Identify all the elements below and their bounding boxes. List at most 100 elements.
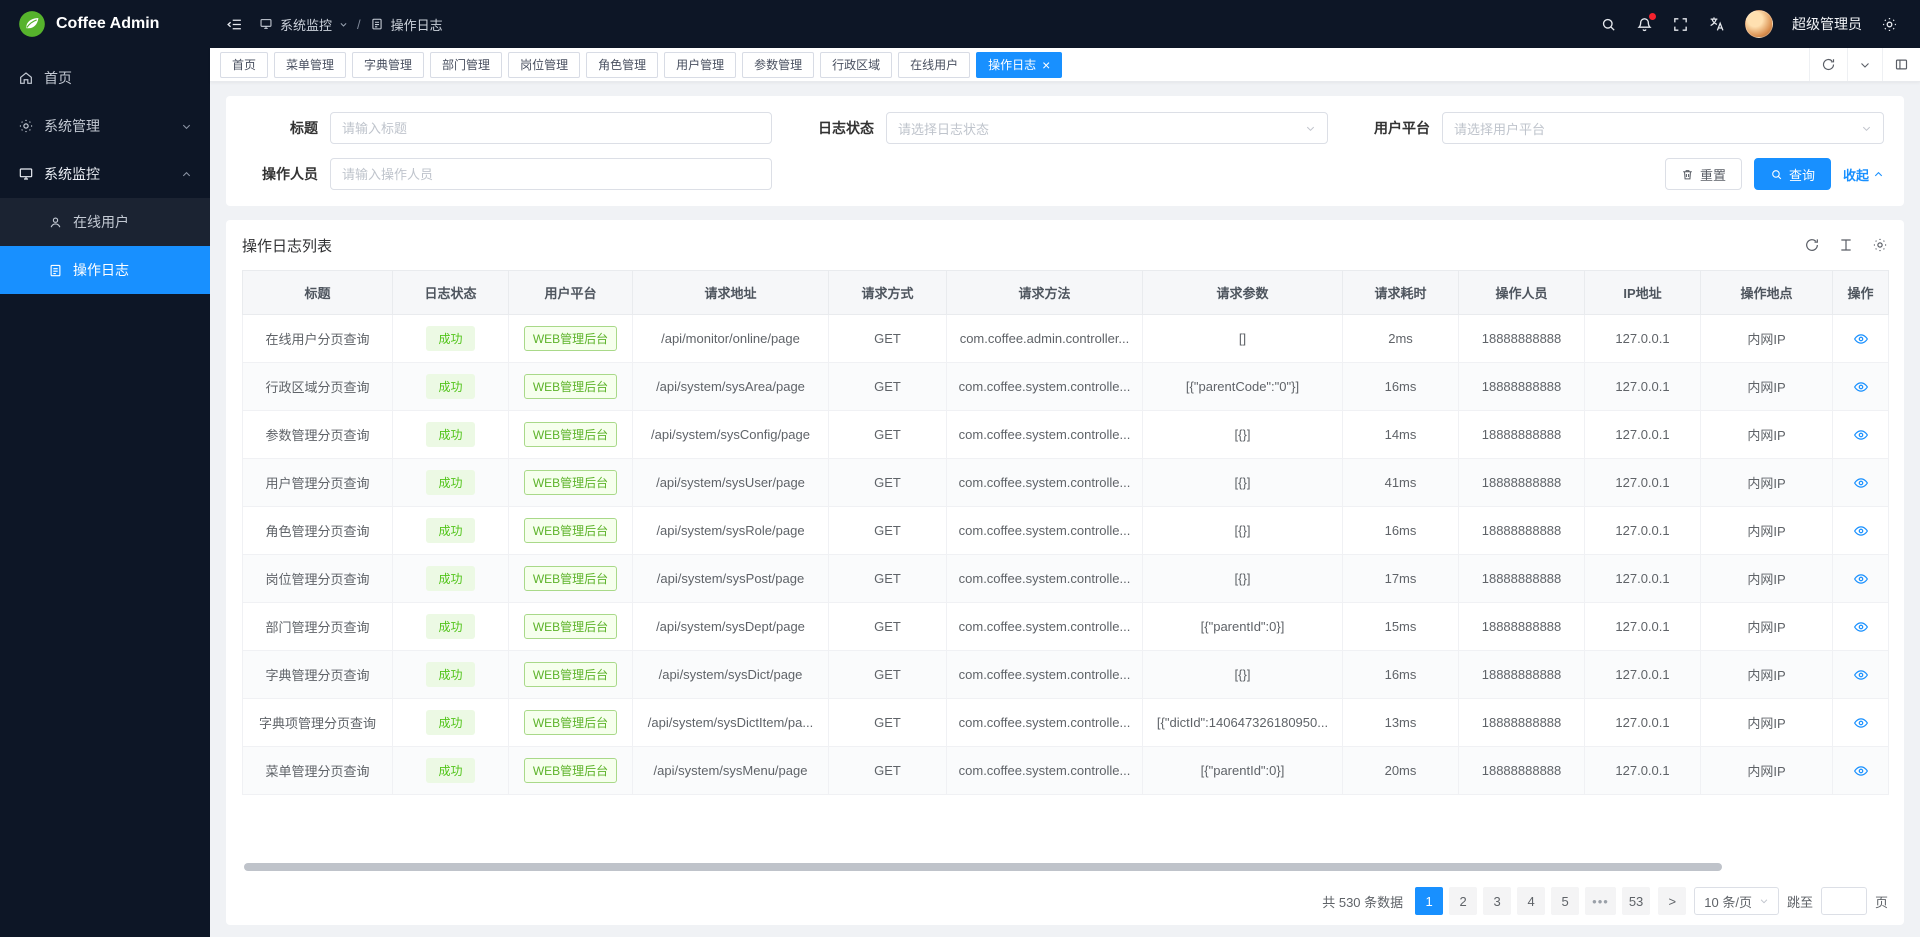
pagination-page-1[interactable]: 1 [1415, 887, 1443, 915]
table-cell: [{}] [1143, 651, 1343, 699]
tab-item-9[interactable]: 在线用户 [898, 52, 970, 78]
row-density-icon[interactable] [1838, 237, 1854, 253]
operator-input[interactable] [330, 158, 772, 190]
chevron-down-icon [1861, 123, 1872, 134]
column-header: 操作地点 [1701, 271, 1833, 315]
settings-gear-icon[interactable] [1881, 16, 1898, 33]
table-cell: 127.0.0.1 [1585, 507, 1701, 555]
sidebar-item-label: 首页 [44, 68, 72, 88]
pagination-next-button[interactable]: > [1658, 887, 1686, 915]
top-header: 系统监控 / 操作日志 [210, 0, 1920, 48]
collapse-filters-link[interactable]: 收起 [1843, 165, 1884, 184]
table-cell: 内网IP [1701, 411, 1833, 459]
menu-fold-icon[interactable] [226, 16, 243, 33]
user-icon [48, 215, 63, 230]
tab-item-3[interactable]: 部门管理 [430, 52, 502, 78]
view-detail-eye-icon[interactable] [1853, 715, 1869, 731]
sidebar-item-home[interactable]: 首页 [0, 54, 210, 102]
pagination-page-5[interactable]: 5 [1551, 887, 1579, 915]
user-platform-select[interactable]: 请选择用户平台 [1442, 112, 1884, 144]
reset-button[interactable]: 重置 [1665, 158, 1742, 190]
action-cell [1833, 651, 1889, 699]
view-detail-eye-icon[interactable] [1853, 379, 1869, 395]
platform-tag: WEB管理后台 [524, 422, 617, 447]
tab-item-5[interactable]: 角色管理 [586, 52, 658, 78]
platform-cell: WEB管理后台 [509, 651, 633, 699]
view-detail-eye-icon[interactable] [1853, 427, 1869, 443]
pagination-page-3[interactable]: 3 [1483, 887, 1511, 915]
breadcrumb-item[interactable]: 系统监控 [280, 15, 332, 34]
view-detail-eye-icon[interactable] [1853, 523, 1869, 539]
table-cell: [{}] [1143, 555, 1343, 603]
view-detail-eye-icon[interactable] [1853, 619, 1869, 635]
page-size-select[interactable]: 10 条/页 [1694, 887, 1779, 915]
column-header: 请求方式 [829, 271, 947, 315]
table-cell: 127.0.0.1 [1585, 459, 1701, 507]
table-cell: 内网IP [1701, 603, 1833, 651]
view-detail-eye-icon[interactable] [1853, 763, 1869, 779]
search-icon[interactable] [1600, 16, 1617, 33]
fullscreen-icon[interactable] [1672, 16, 1689, 33]
sidebar-item-online-users[interactable]: 在线用户 [0, 198, 210, 246]
logo-icon [18, 10, 46, 38]
platform-tag: WEB管理后台 [524, 566, 617, 591]
log-status-select[interactable]: 请选择日志状态 [886, 112, 1328, 144]
table-cell: /api/system/sysUser/page [633, 459, 829, 507]
platform-tag: WEB管理后台 [524, 710, 617, 735]
layout-panel-icon[interactable] [1882, 48, 1920, 81]
table-row: 用户管理分页查询成功WEB管理后台/api/system/sysUser/pag… [243, 459, 1889, 507]
refresh-icon[interactable] [1809, 48, 1847, 81]
jump-suffix: 页 [1875, 892, 1888, 911]
user-avatar[interactable] [1745, 10, 1773, 38]
tab-item-7[interactable]: 参数管理 [742, 52, 814, 78]
tab-item-4[interactable]: 岗位管理 [508, 52, 580, 78]
tab-item-0[interactable]: 首页 [220, 52, 268, 78]
action-cell [1833, 315, 1889, 363]
scrollbar-thumb[interactable] [244, 863, 1722, 871]
tab-item-1[interactable]: 菜单管理 [274, 52, 346, 78]
view-detail-eye-icon[interactable] [1853, 571, 1869, 587]
platform-cell: WEB管理后台 [509, 507, 633, 555]
horizontal-scrollbar[interactable] [244, 863, 1886, 871]
view-detail-eye-icon[interactable] [1853, 667, 1869, 683]
search-button[interactable]: 查询 [1754, 158, 1831, 190]
jump-page-input[interactable] [1821, 887, 1867, 915]
column-settings-gear-icon[interactable] [1872, 237, 1888, 253]
platform-cell: WEB管理后台 [509, 459, 633, 507]
user-name[interactable]: 超级管理员 [1792, 14, 1862, 34]
platform-cell: WEB管理后台 [509, 363, 633, 411]
table-cell: GET [829, 315, 947, 363]
table-cell: 15ms [1343, 603, 1459, 651]
collapse-label: 收起 [1843, 165, 1869, 184]
refresh-icon[interactable] [1804, 237, 1820, 253]
pagination-page-4[interactable]: 4 [1517, 887, 1545, 915]
filter-operator-field: 操作人员 [246, 158, 772, 190]
pagination-page-53[interactable]: 53 [1622, 887, 1650, 915]
table-cell: GET [829, 507, 947, 555]
tab-item-10[interactable]: 操作日志× [976, 52, 1062, 78]
chevron-up-icon [181, 169, 192, 180]
sidebar-item-operation-log[interactable]: 操作日志 [0, 246, 210, 294]
monitor-icon [18, 166, 34, 182]
tab-label: 参数管理 [754, 56, 802, 73]
tab-item-8[interactable]: 行政区域 [820, 52, 892, 78]
sidebar-item-system-monitor[interactable]: 系统监控 [0, 150, 210, 198]
table-cell: 127.0.0.1 [1585, 363, 1701, 411]
pagination-page-2[interactable]: 2 [1449, 887, 1477, 915]
status-badge: 成功 [426, 614, 474, 639]
pagination-ellipsis[interactable]: ••• [1585, 887, 1616, 915]
tab-close-icon[interactable]: × [1042, 58, 1050, 72]
chevron-down-icon[interactable] [1847, 48, 1882, 81]
sidebar-item-system-management[interactable]: 系统管理 [0, 102, 210, 150]
view-detail-eye-icon[interactable] [1853, 475, 1869, 491]
status-badge: 成功 [426, 662, 474, 687]
title-input[interactable] [330, 112, 772, 144]
action-cell [1833, 747, 1889, 795]
app-logo[interactable]: Coffee Admin [0, 0, 210, 48]
notification-bell-icon[interactable] [1636, 16, 1653, 33]
translate-icon[interactable] [1708, 15, 1726, 33]
status-cell: 成功 [393, 411, 509, 459]
view-detail-eye-icon[interactable] [1853, 331, 1869, 347]
tab-item-2[interactable]: 字典管理 [352, 52, 424, 78]
tab-item-6[interactable]: 用户管理 [664, 52, 736, 78]
